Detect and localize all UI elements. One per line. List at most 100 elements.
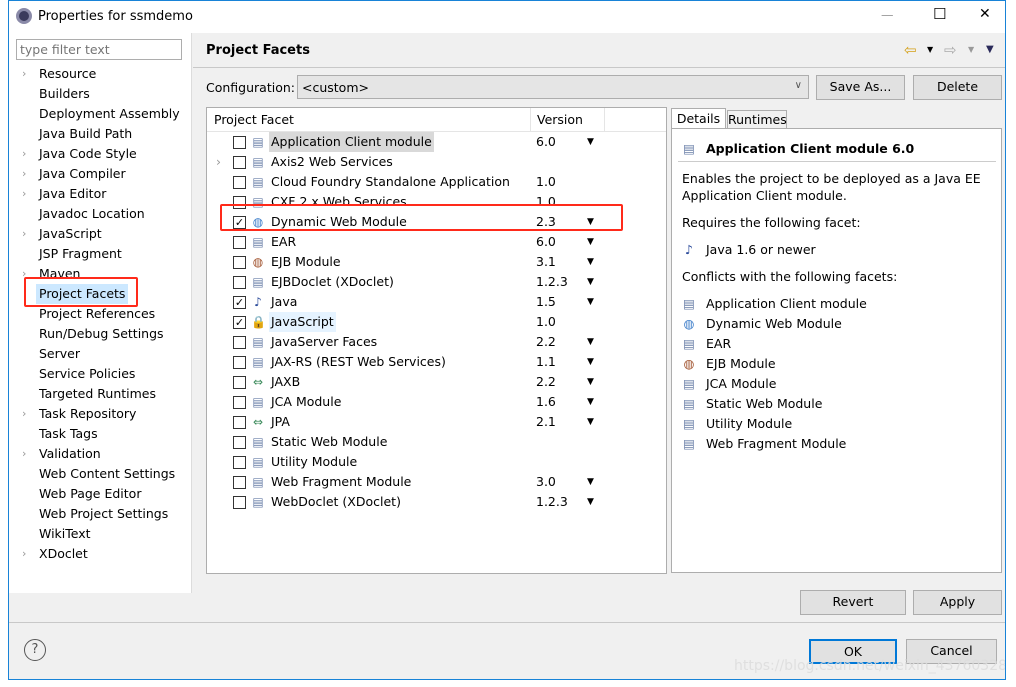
facet-row[interactable]: ▤ Application Client module 6.0 ▼	[207, 132, 666, 152]
sidebar-item[interactable]: › Resource	[22, 64, 96, 84]
sidebar-item[interactable]: › Validation	[22, 444, 101, 464]
facet-row[interactable]: ✓ 🔒 JavaScript 1.0	[207, 312, 666, 332]
apply-button[interactable]: Apply	[913, 590, 1002, 615]
facet-checkbox[interactable]	[233, 336, 246, 349]
configuration-select[interactable]: <custom> ∨	[297, 75, 809, 99]
column-facet[interactable]: Project Facet	[214, 112, 294, 127]
expand-icon[interactable]: ›	[22, 184, 26, 204]
facet-version[interactable]: 1.2.3	[536, 492, 568, 512]
expand-icon[interactable]: ›	[22, 164, 26, 184]
sidebar-item[interactable]: Java Build Path	[39, 124, 132, 144]
facet-checkbox[interactable]	[233, 416, 246, 429]
sidebar-item[interactable]: Task Tags	[39, 424, 98, 444]
version-dropdown-icon[interactable]: ▼	[587, 252, 594, 272]
view-menu-icon[interactable]: ▼	[986, 44, 994, 55]
sidebar-item[interactable]: Builders	[39, 84, 90, 104]
sidebar-item[interactable]: Run/Debug Settings	[39, 324, 164, 344]
facet-version[interactable]: 1.6	[536, 392, 556, 412]
version-dropdown-icon[interactable]: ▼	[587, 412, 594, 432]
facet-version[interactable]: 3.1	[536, 252, 556, 272]
facet-row[interactable]: ▤ Static Web Module	[207, 432, 666, 452]
back-menu-icon[interactable]: ▼	[927, 45, 933, 54]
facet-version[interactable]: 3.0	[536, 472, 556, 492]
facet-checkbox[interactable]: ✓	[233, 296, 246, 309]
sidebar-item[interactable]: › Java Code Style	[22, 144, 137, 164]
expand-icon[interactable]: ›	[216, 152, 221, 172]
save-as-button[interactable]: Save As...	[816, 75, 905, 100]
version-dropdown-icon[interactable]: ▼	[587, 292, 594, 312]
sidebar-item[interactable]: › XDoclet	[22, 544, 88, 564]
facet-checkbox[interactable]	[233, 256, 246, 269]
sidebar-item[interactable]: WikiText	[39, 524, 91, 544]
tab-details[interactable]: Details	[671, 108, 726, 129]
sidebar-item[interactable]: Deployment Assembly	[39, 104, 180, 124]
delete-button[interactable]: Delete	[913, 75, 1002, 100]
facet-checkbox[interactable]	[233, 136, 246, 149]
facet-checkbox[interactable]	[233, 396, 246, 409]
version-dropdown-icon[interactable]: ▼	[587, 352, 594, 372]
facet-version[interactable]: 2.1	[536, 412, 556, 432]
facet-row[interactable]: ◍ EJB Module 3.1 ▼	[207, 252, 666, 272]
facet-version[interactable]: 1.2.3	[536, 272, 568, 292]
expand-icon[interactable]: ›	[22, 64, 26, 84]
back-icon[interactable]: ⇦	[904, 41, 917, 59]
forward-menu-icon[interactable]: ▼	[968, 45, 974, 54]
sidebar-item[interactable]: JSP Fragment	[39, 244, 122, 264]
facet-version[interactable]: 1.5	[536, 292, 556, 312]
facet-checkbox[interactable]	[233, 456, 246, 469]
sidebar-item[interactable]: Service Policies	[39, 364, 135, 384]
facet-row[interactable]: ⇔ JPA 2.1 ▼	[207, 412, 666, 432]
facet-checkbox[interactable]	[233, 496, 246, 509]
facet-row[interactable]: ✓ ♪ Java 1.5 ▼	[207, 292, 666, 312]
version-dropdown-icon[interactable]: ▼	[587, 332, 594, 352]
expand-icon[interactable]: ›	[22, 404, 26, 424]
expand-icon[interactable]: ›	[22, 544, 26, 564]
facet-version[interactable]: 1.1	[536, 352, 556, 372]
sidebar-item[interactable]: Server	[39, 344, 80, 364]
facet-checkbox[interactable]	[233, 276, 246, 289]
maximize-button[interactable]: ☐	[933, 5, 946, 23]
facet-version[interactable]: 2.2	[536, 332, 556, 352]
sidebar-item[interactable]: Javadoc Location	[39, 204, 145, 224]
facet-checkbox[interactable]	[233, 236, 246, 249]
facet-row[interactable]: ▤ JAX-RS (REST Web Services) 1.1 ▼	[207, 352, 666, 372]
facet-row[interactable]: ▤ Utility Module	[207, 452, 666, 472]
version-dropdown-icon[interactable]: ▼	[587, 472, 594, 492]
expand-icon[interactable]: ›	[22, 444, 26, 464]
facet-row[interactable]: › ▤ Axis2 Web Services	[207, 152, 666, 172]
facet-checkbox[interactable]	[233, 356, 246, 369]
facet-checkbox[interactable]	[233, 176, 246, 189]
facet-row[interactable]: ▤ Web Fragment Module 3.0 ▼	[207, 472, 666, 492]
version-dropdown-icon[interactable]: ▼	[587, 132, 594, 152]
facet-version[interactable]: 6.0	[536, 132, 556, 152]
facet-version[interactable]: 2.2	[536, 372, 556, 392]
sidebar-item[interactable]: Web Content Settings	[39, 464, 175, 484]
facet-row[interactable]: ▤ JavaServer Faces 2.2 ▼	[207, 332, 666, 352]
facet-row[interactable]: ▤ EJBDoclet (XDoclet) 1.2.3 ▼	[207, 272, 666, 292]
version-dropdown-icon[interactable]: ▼	[587, 492, 594, 512]
facet-row[interactable]: ▤ JCA Module 1.6 ▼	[207, 392, 666, 412]
filter-input[interactable]	[16, 39, 182, 60]
close-button[interactable]: ✕	[979, 6, 991, 22]
minimize-button[interactable]: —	[881, 7, 894, 22]
expand-icon[interactable]: ›	[22, 144, 26, 164]
facet-checkbox[interactable]	[233, 436, 246, 449]
facet-checkbox[interactable]	[233, 476, 246, 489]
facet-row[interactable]: ▤ EAR 6.0 ▼	[207, 232, 666, 252]
version-dropdown-icon[interactable]: ▼	[587, 392, 594, 412]
sidebar-item[interactable]: Targeted Runtimes	[39, 384, 156, 404]
sidebar-item[interactable]: › Task Repository	[22, 404, 136, 424]
help-button[interactable]: ?	[24, 639, 46, 661]
facet-row[interactable]: ⇔ JAXB 2.2 ▼	[207, 372, 666, 392]
expand-icon[interactable]: ›	[22, 224, 26, 244]
version-dropdown-icon[interactable]: ▼	[587, 272, 594, 292]
sidebar-item[interactable]: › JavaScript	[22, 224, 102, 244]
facet-checkbox[interactable]	[233, 156, 246, 169]
facet-checkbox[interactable]	[233, 376, 246, 389]
facet-version[interactable]: 6.0	[536, 232, 556, 252]
sidebar-item[interactable]: Web Project Settings	[39, 504, 168, 524]
sidebar-item[interactable]: › Java Editor	[22, 184, 106, 204]
version-dropdown-icon[interactable]: ▼	[587, 232, 594, 252]
sidebar-item[interactable]: Project References	[39, 304, 155, 324]
facet-checkbox[interactable]: ✓	[233, 316, 246, 329]
